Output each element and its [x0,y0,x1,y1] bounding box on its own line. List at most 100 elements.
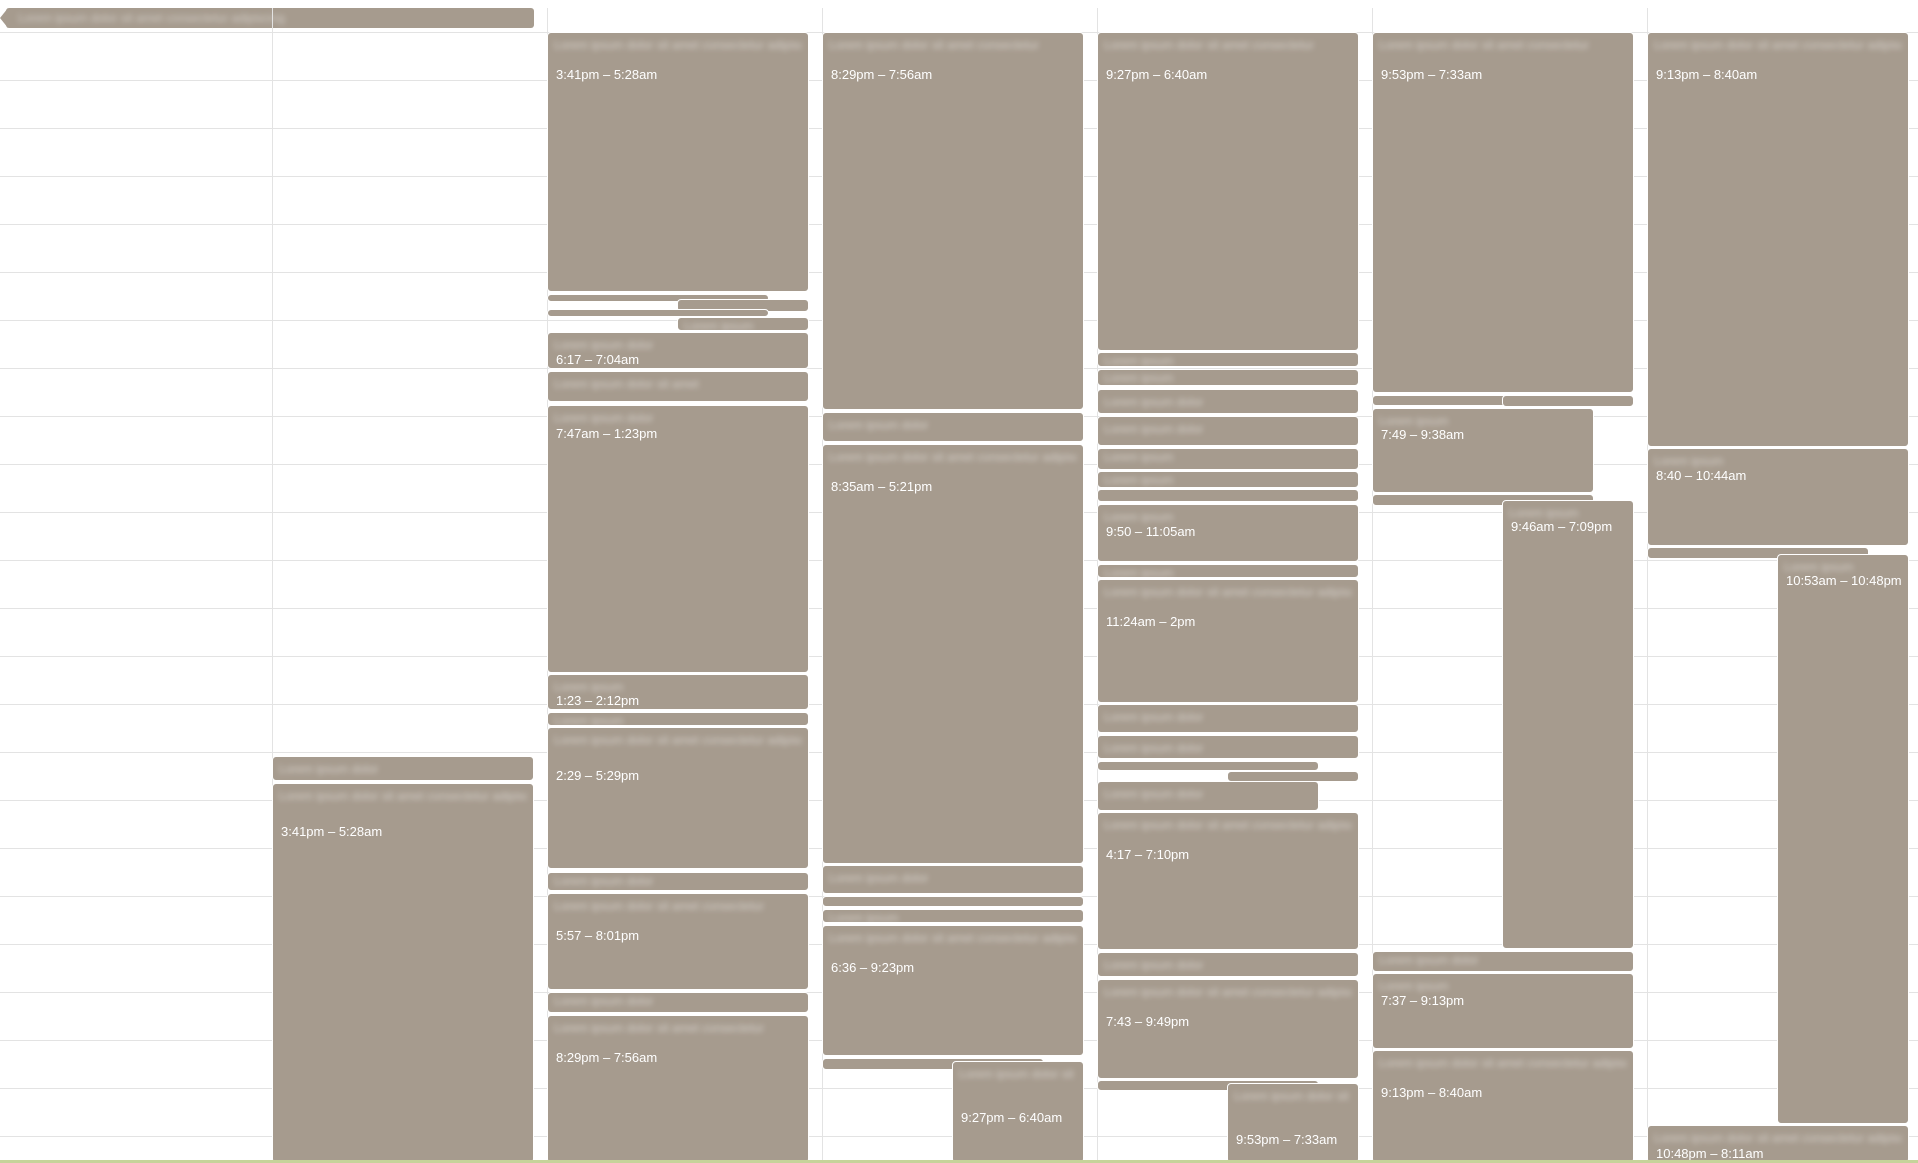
calendar-event[interactable]: Lorem ipsum dolor [822,865,1084,894]
event-time: 9:27pm – 6:40am [1106,67,1208,82]
event-title: Lorem ipsum dolor [829,871,929,885]
calendar-event[interactable]: Lorem ipsum dolor 7:47am – 1:23pm [547,405,809,673]
event-title: Lorem ipsum [1104,371,1174,385]
calendar-event[interactable]: Lorem ipsum dolor sit amet [547,371,809,402]
calendar-event[interactable] [547,309,769,317]
event-title: Lorem ipsum dolor [829,418,929,432]
calendar-event[interactable]: Lorem ipsum dolor [547,992,809,1013]
calendar-event[interactable]: Lorem ipsum dolor sit amet consectetur a… [547,727,809,869]
event-title: Lorem ipsum dolor [1104,395,1204,409]
event-title: Lorem ipsum [1509,506,1579,520]
calendar-event[interactable]: Lorem ipsum [1097,352,1359,367]
event-title: Lorem ipsum dolor [279,762,379,776]
calendar-event[interactable]: Lorem ipsum dolor 6:17 – 7:04am [547,332,809,369]
calendar-event[interactable]: Lorem ipsum dolor sit amet consectetur a… [272,783,534,1163]
event-time: 4:17 – 7:10pm [1106,847,1190,862]
calendar-event[interactable]: Lorem ipsum dolor [1097,416,1359,446]
event-title: Lorem ipsum dolor sit amet consectetur a… [1379,1056,1627,1070]
event-title: Lorem ipsum [684,319,754,331]
calendar-event[interactable]: Lorem ipsum dolor [1097,704,1359,733]
event-title: Lorem ipsum dolor sit amet [554,377,699,391]
calendar-event[interactable]: Lorem ipsum dolor [1372,951,1634,972]
calendar-event[interactable]: Lorem ipsum dolor sit amet consectetur a… [822,925,1084,1056]
calendar-event[interactable]: Lorem ipsum dolor [272,756,534,781]
event-title: Lorem ipsum dolor sit amet consectetur a… [1654,38,1902,52]
event-time: 9:53pm – 7:33am [1381,67,1483,82]
calendar-event[interactable]: Lorem ipsum dolor sit amet consectetur 9:… [1097,32,1359,351]
event-title: Lorem ipsum [1104,566,1174,578]
event-time: 11:24am – 2pm [1106,614,1196,629]
calendar-event[interactable]: Lorem ipsum dolor sit amet consectetur 5:… [547,893,809,990]
calendar-event[interactable] [1502,395,1634,407]
event-title: Lorem ipsum dolor sit amet consectetur a… [554,38,802,52]
event-time: 6:17 – 7:04am [556,352,640,367]
calendar-event[interactable]: Lorem ipsum [1097,471,1359,488]
event-title: Lorem ipsum dolor [554,994,654,1008]
calendar-event[interactable]: Lorem ipsum [1097,448,1359,470]
all-day-event-title: Lorem ipsum dolor sit amet consectetur a… [18,11,285,25]
event-title: Lorem ipsum dolor sit amet consectetur a… [554,733,802,747]
calendar-event[interactable]: Lorem ipsum [677,317,809,331]
event-time: 1:23 – 2:12pm [556,693,640,708]
event-time: 7:47am – 1:23pm [556,426,658,441]
calendar-event[interactable]: Lorem ipsum dolor [547,872,809,891]
calendar-event[interactable]: Lorem ipsum dolor [1097,735,1359,759]
event-title: Lorem ipsum dolor [554,338,654,352]
calendar-event[interactable]: Lorem ipsum 10:53am – 10:48pm [1777,554,1909,1124]
event-time: 7:43 – 9:49pm [1106,1014,1190,1029]
event-title: Lorem ipsum [1784,560,1854,574]
event-time: 9:53pm – 7:33am [1236,1132,1338,1147]
calendar-event[interactable]: Lorem ipsum dolor sit amet consectetur a… [1647,1125,1909,1163]
calendar-event[interactable]: Lorem ipsum [547,712,809,726]
event-time: 8:35am – 5:21pm [831,479,933,494]
event-time: 2:29 – 5:29pm [556,768,640,783]
calendar-event[interactable] [1097,489,1359,502]
calendar-event[interactable]: Lorem ipsum 8:40 – 10:44am [1647,448,1909,546]
calendar-event[interactable]: Lorem ipsum [1097,564,1359,578]
calendar-event[interactable]: Lorem ipsum 7:49 – 9:38am [1372,408,1594,493]
event-title: Lorem ipsum dolor sit amet consectetur a… [1104,985,1352,999]
all-day-event[interactable]: Lorem ipsum dolor sit amet consectetur a… [6,8,534,28]
calendar-event[interactable]: Lorem ipsum [822,909,1084,923]
event-title: Lorem ipsum [829,911,899,923]
calendar-event[interactable]: Lorem ipsum dolor sit amet consectetur 8:… [547,1015,809,1163]
event-title: Lorem ipsum dolor sit amet consectetur [1379,38,1590,52]
calendar-event[interactable]: Lorem ipsum dolor sit amet consectetur a… [1097,579,1359,703]
calendar-event[interactable]: Lorem ipsum dolor [822,412,1084,442]
calendar-event[interactable]: Lorem ipsum dolor [1097,781,1319,811]
event-title: Lorem ipsum [1104,354,1174,367]
calendar-event[interactable]: Lorem ipsum 7:37 – 9:13pm [1372,973,1634,1049]
calendar-event[interactable]: Lorem ipsum dolor [1097,952,1359,977]
event-title: Lorem ipsum [554,680,624,694]
calendar-event[interactable]: Lorem ipsum dolor sit amet consectetur 8:… [822,32,1084,410]
event-time: 9:46am – 7:09pm [1511,519,1613,534]
event-time: 3:41pm – 5:28am [281,824,383,839]
event-title: Lorem ipsum dolor sit amet consectetur a… [829,931,1077,945]
calendar-event[interactable]: Lorem ipsum dolor sit amet consectetur 9:… [1372,32,1634,393]
calendar-event[interactable]: Lorem ipsum dolor sit amet consectetur a… [1097,812,1359,950]
calendar-event[interactable]: Lorem ipsum dolor sit amet consectetur a… [547,32,809,292]
calendar-event[interactable]: Lorem ipsum 9:46am – 7:09pm [1502,500,1634,949]
event-title: Lorem ipsum [1379,979,1449,993]
event-time: 5:57 – 8:01pm [556,928,640,943]
calendar-event[interactable]: Lorem ipsum [1097,369,1359,386]
event-time: 8:40 – 10:44am [1656,468,1747,483]
calendar-event[interactable]: Lorem ipsum dolor sit amet consectetur a… [1647,32,1909,447]
event-time: 8:29pm – 7:56am [556,1050,658,1065]
calendar-event[interactable]: Lorem ipsum 9:50 – 11:05am [1097,504,1359,562]
calendar-event[interactable]: Lorem ipsum dolor [1097,389,1359,414]
calendar-event[interactable] [1097,761,1319,771]
calendar-event[interactable]: Lorem ipsum dolor sit 9:53pm – 7:33am [1227,1083,1359,1163]
event-title: Lorem ipsum dolor sit amet consectetur a… [829,450,1077,464]
calendar-event[interactable]: Lorem ipsum 1:23 – 2:12pm [547,674,809,710]
calendar-event[interactable]: Lorem ipsum dolor sit amet consectetur a… [1372,1050,1634,1163]
event-title: Lorem ipsum dolor sit amet consectetur [1104,38,1315,52]
event-title: Lorem ipsum dolor sit [1234,1089,1349,1103]
event-title: Lorem ipsum dolor [1104,422,1204,436]
calendar-event[interactable] [822,896,1084,907]
calendar-event[interactable]: Lorem ipsum dolor sit amet consectetur a… [822,444,1084,864]
event-title: Lorem ipsum dolor [1104,710,1204,724]
calendar-event[interactable]: Lorem ipsum dolor sit amet consectetur a… [1097,979,1359,1079]
calendar-event[interactable]: Lorem ipsum dolor sit 9:27pm – 6:40am [952,1061,1084,1163]
event-title: Lorem ipsum dolor sit amet consectetur a… [1654,1131,1902,1145]
